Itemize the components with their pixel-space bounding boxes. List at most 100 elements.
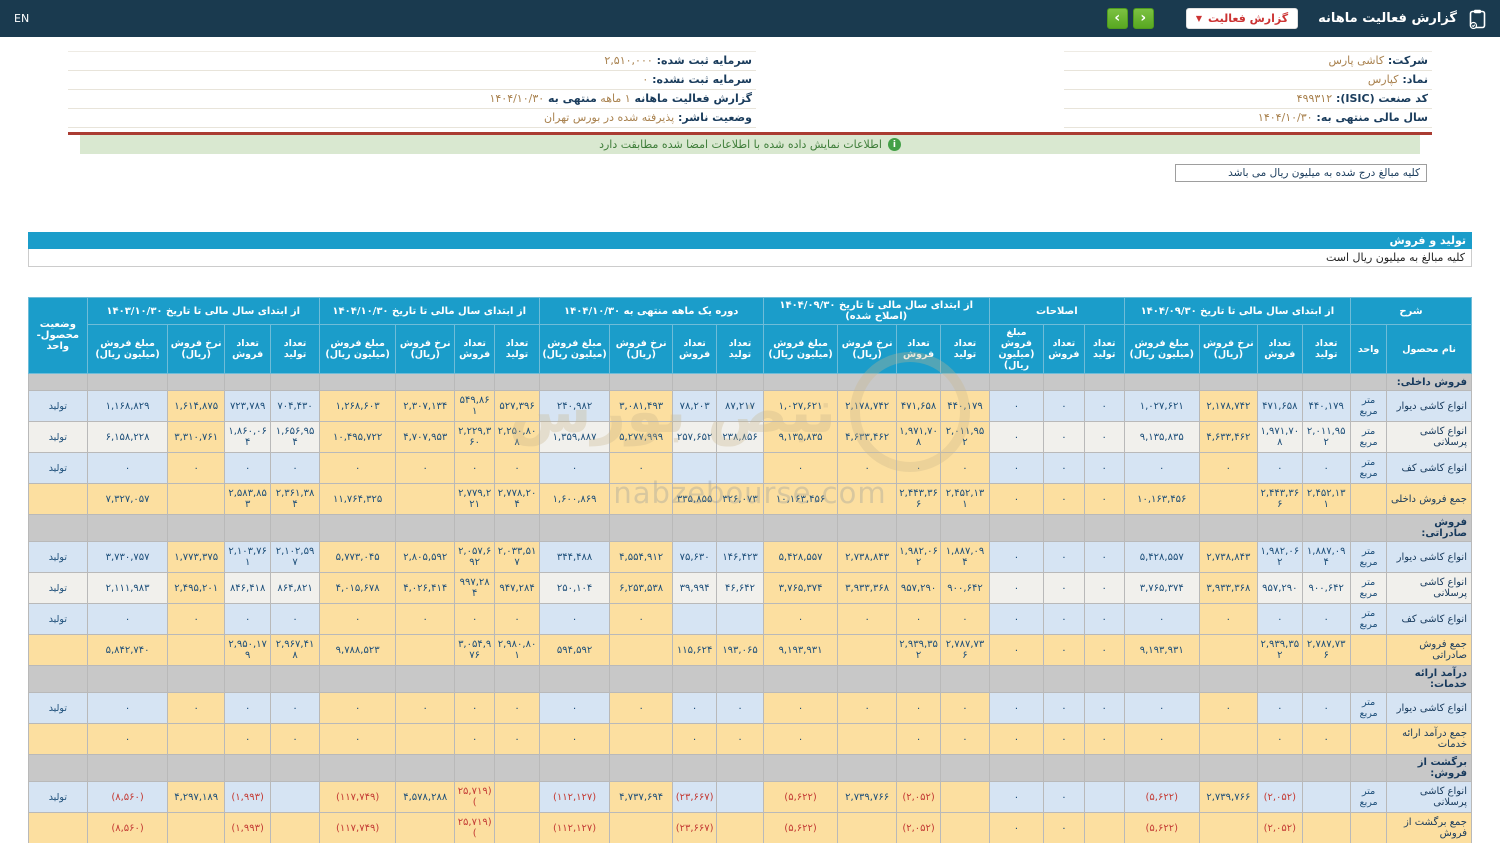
value-cell: ۰ xyxy=(1257,603,1303,635)
section-cell xyxy=(609,665,673,693)
value-cell: ۲,۷۳۹,۷۶۶ xyxy=(1198,781,1259,813)
value-cell: ۴۶,۶۴۲ xyxy=(716,572,764,604)
value-cell: ۰ xyxy=(837,692,897,724)
value-cell xyxy=(837,723,897,755)
value-cell: ۹۰۰,۶۴۲ xyxy=(1301,572,1351,604)
section-cell xyxy=(895,373,942,391)
value-cell: ۱,۹۷۱,۷۰۸ xyxy=(895,421,942,453)
value-cell: ۷۸,۲۰۳ xyxy=(671,390,718,422)
section-cell xyxy=(453,754,496,782)
section-cell xyxy=(1301,754,1351,782)
value-cell: ۳۹,۹۹۴ xyxy=(671,572,718,604)
value-cell xyxy=(395,634,455,666)
prev-report-button[interactable]: ‹ xyxy=(1106,8,1128,29)
column-group-header: اصلاحات xyxy=(988,297,1125,325)
value-cell: ۹,۱۹۳,۹۳۱ xyxy=(762,634,839,666)
value-cell: (۲,۰۵۲) xyxy=(895,781,942,813)
value-cell: ۴,۷۰۷,۹۵۳ xyxy=(395,421,455,453)
value-cell: ۲,۴۵۲,۱۳۱ xyxy=(1301,483,1351,515)
value-cell: ۲,۹۵۰,۱۷۹ xyxy=(223,634,272,666)
section-cell xyxy=(453,665,496,693)
section-cell xyxy=(86,514,169,542)
value-cell: ۹,۱۳۵,۸۳۵ xyxy=(762,421,839,453)
section-label-cell: فروش صادراتی: xyxy=(1386,514,1472,542)
value-cell: ۰ xyxy=(395,603,455,635)
section-cell xyxy=(223,665,272,693)
value-cell: ۴۷۱,۶۵۸ xyxy=(1257,390,1303,422)
info-row: گزارش فعالیت ماهانه ۱ ماهه منتهی به ۱۴۰۴… xyxy=(68,90,756,109)
value-cell xyxy=(1198,634,1259,666)
section-cell xyxy=(1198,754,1259,782)
value-cell: ۰ xyxy=(988,572,1045,604)
info-row: نماد: کپارس xyxy=(1064,71,1432,90)
section-cell xyxy=(453,373,496,391)
status-cell: تولید xyxy=(28,390,88,422)
unit-cell: متر مربع xyxy=(1349,572,1388,604)
section-cell xyxy=(837,373,897,391)
section-cell xyxy=(940,754,990,782)
value-cell xyxy=(395,812,455,843)
language-toggle[interactable]: EN xyxy=(14,12,29,25)
column-header: مبلغ فروش (میلیون ریال) xyxy=(86,324,169,374)
value-cell: (۲۳,۶۶۷) xyxy=(671,812,718,843)
value-cell: ۲,۷۷۹,۲۲۱ xyxy=(453,483,496,515)
value-cell: ۵۹۴,۵۹۲ xyxy=(538,634,611,666)
value-cell: ۳۳۵,۸۵۵ xyxy=(671,483,718,515)
value-cell xyxy=(940,812,990,843)
column-header: تعداد فروش xyxy=(1043,324,1085,374)
section-cell xyxy=(1123,665,1200,693)
value-cell: ۹,۱۳۵,۸۳۵ xyxy=(1123,421,1200,453)
value-cell: ۰ xyxy=(270,692,320,724)
value-cell: ۲,۷۸۷,۷۳۶ xyxy=(1301,634,1351,666)
value-cell: ۰ xyxy=(1301,603,1351,635)
value-cell: ۲۵۷,۶۵۲ xyxy=(671,421,718,453)
value-cell xyxy=(1198,812,1259,843)
value-cell: ۷۵,۶۳۰ xyxy=(671,541,718,573)
value-cell: ۰ xyxy=(609,692,673,724)
section-cell xyxy=(671,754,718,782)
product-name-cell: انواع کاشی پرسلانی xyxy=(1386,572,1472,604)
value-cell xyxy=(671,603,718,635)
value-cell: ۰ xyxy=(395,692,455,724)
value-cell: ۰ xyxy=(988,390,1045,422)
top-header: گزارش فعالیت ماهانه گزارش فعالیت ▼ ‹ › E… xyxy=(0,0,1500,37)
value-cell xyxy=(716,452,764,484)
section-cell xyxy=(988,754,1045,782)
value-cell: ۰ xyxy=(538,452,611,484)
value-cell: ۳,۷۳۰,۷۵۷ xyxy=(86,541,169,573)
section-cell xyxy=(318,665,397,693)
section-cell xyxy=(1083,754,1125,782)
value-cell: (۸,۵۶۰) xyxy=(86,781,169,813)
next-report-button[interactable]: › xyxy=(1132,8,1154,29)
value-cell: (۲۵,۷۱۹) xyxy=(453,781,496,813)
value-cell: ۹۴۷,۲۸۴ xyxy=(494,572,540,604)
section-cell xyxy=(538,514,611,542)
value-cell: ۰ xyxy=(762,723,839,755)
value-cell: ۰ xyxy=(167,452,225,484)
signed-info-notice: i اطلاعات نمایش داده شده با اطلاعات امضا… xyxy=(80,135,1420,154)
value-cell: ۲,۱۰۳,۷۶۱ xyxy=(223,541,272,573)
value-cell: ۰ xyxy=(538,603,611,635)
value-cell: ۲,۰۱۱,۹۵۲ xyxy=(940,421,990,453)
info-label: شرکت: xyxy=(1384,54,1428,67)
report-type-button[interactable]: گزارش فعالیت ▼ xyxy=(1185,8,1299,29)
value-cell: ۲,۴۴۳,۳۶۶ xyxy=(895,483,942,515)
value-cell xyxy=(1083,812,1125,843)
value-cell: ۰ xyxy=(1123,452,1200,484)
value-cell: ۴,۰۲۶,۴۱۴ xyxy=(395,572,455,604)
unit-cell: متر مربع xyxy=(1349,541,1388,573)
value-cell: ۰ xyxy=(1083,603,1125,635)
section-cell xyxy=(1083,514,1125,542)
section-cell xyxy=(1043,373,1085,391)
value-cell: ۲۳۸,۸۵۶ xyxy=(716,421,764,453)
info-label: سرمایه ثبت شده: xyxy=(652,54,752,67)
section-cell xyxy=(1043,665,1085,693)
section-cell xyxy=(1083,665,1125,693)
value-cell: ۰ xyxy=(895,692,942,724)
value-cell: ۰ xyxy=(1043,483,1085,515)
value-cell: (۱۱۲,۱۲۷) xyxy=(538,781,611,813)
section-cell xyxy=(716,665,764,693)
unit-cell: متر مربع xyxy=(1349,781,1388,813)
info-value: ۲,۵۱۰,۰۰۰ xyxy=(604,54,653,67)
column-header: تعداد تولید xyxy=(1301,324,1351,374)
